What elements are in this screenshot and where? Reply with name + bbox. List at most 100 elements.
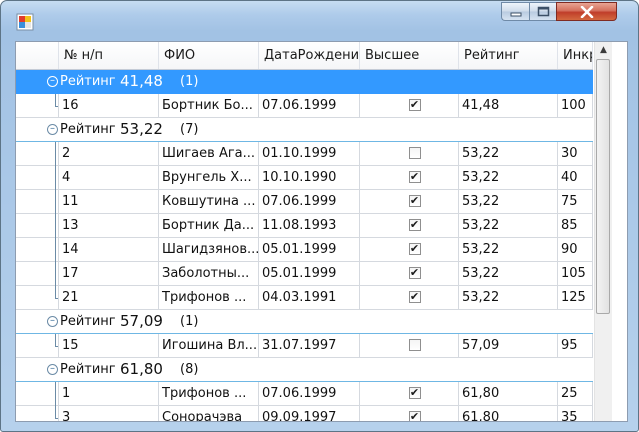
higher-checkbox[interactable]: ✔ <box>408 291 421 303</box>
cell-rating[interactable]: 53,22 <box>459 262 558 286</box>
cell-fio[interactable]: Врунгель Х... <box>159 166 259 190</box>
row-selector[interactable] <box>16 94 59 118</box>
cell-birthdate[interactable]: 07.06.1999 <box>259 190 360 214</box>
row-selector[interactable] <box>16 406 59 421</box>
cell-birthdate[interactable]: 05.01.1999 <box>259 238 360 262</box>
cell-num[interactable]: 2 <box>59 142 159 166</box>
cell-rating[interactable]: 53,22 <box>459 214 558 238</box>
cell-incr[interactable]: 40 <box>558 166 593 190</box>
maximize-button[interactable] <box>529 2 556 21</box>
cell-fio[interactable]: Шигаев Ага... <box>159 142 259 166</box>
cell-num[interactable]: 17 <box>59 262 159 286</box>
cell-birthdate[interactable]: 04.03.1991 <box>259 286 360 310</box>
row-selector[interactable] <box>16 238 59 262</box>
higher-checkbox[interactable]: ✔ <box>408 387 421 399</box>
cell-birthdate[interactable]: 05.01.1999 <box>259 262 360 286</box>
cell-incr[interactable]: 90 <box>558 238 593 262</box>
higher-checkbox[interactable]: ✔ <box>408 267 421 279</box>
cell-incr[interactable]: 95 <box>558 334 593 358</box>
cell-num[interactable]: 4 <box>59 166 159 190</box>
cell-fio[interactable]: Игошина Вл... <box>159 334 259 358</box>
row-selector[interactable] <box>16 286 59 310</box>
cell-rating[interactable]: 53,22 <box>459 190 558 214</box>
row-selector[interactable] <box>16 262 59 286</box>
collapse-group-icon[interactable]: – <box>47 364 58 375</box>
row-selector[interactable] <box>16 382 59 406</box>
cell-rating[interactable]: 57,09 <box>459 334 558 358</box>
cell-rating[interactable]: 61,80 <box>459 406 558 421</box>
table-row[interactable]: 13 Бортник Да... 11.08.1993 ✔ 53,22 85 <box>16 214 593 238</box>
cell-rating[interactable]: 53,22 <box>459 238 558 262</box>
header-higher[interactable]: Высшее <box>360 42 459 69</box>
header-incr[interactable]: Инкр <box>558 42 593 69</box>
cell-rating[interactable]: 41,48 <box>459 94 558 118</box>
table-row[interactable]: 4 Врунгель Х... 10.10.1990 ✔ 53,22 40 <box>16 166 593 190</box>
row-selector[interactable] <box>16 214 59 238</box>
cell-fio[interactable]: Бортник Да... <box>159 214 259 238</box>
row-selector[interactable] <box>16 334 59 358</box>
cell-birthdate[interactable]: 07.06.1999 <box>259 382 360 406</box>
higher-checkbox[interactable] <box>408 339 421 351</box>
cell-rating[interactable]: 53,22 <box>459 166 558 190</box>
collapse-group-icon[interactable]: – <box>47 316 58 327</box>
cell-fio[interactable]: Сонорачэва <box>159 406 259 421</box>
header-rating[interactable]: Рейтинг <box>459 42 558 69</box>
cell-fio[interactable]: Бортник Бо... <box>159 94 259 118</box>
higher-checkbox[interactable] <box>408 147 421 159</box>
row-selector[interactable] <box>16 142 59 166</box>
table-row[interactable]: 3 Сонорачэва 09.09.1997 ✔ 61,80 35 <box>16 406 593 421</box>
cell-rating[interactable]: 53,22 <box>459 286 558 310</box>
table-row[interactable]: 15 Игошина Вл... 31.07.1997 57,09 95 <box>16 334 593 358</box>
table-row[interactable]: 17 Заболотны... 05.01.1999 ✔ 53,22 105 <box>16 262 593 286</box>
group-row[interactable]: – Рейтинг 41,48 (1) <box>16 70 593 94</box>
group-row[interactable]: – Рейтинг 53,22 (7) <box>16 118 593 142</box>
row-selector[interactable] <box>16 166 59 190</box>
minimize-button[interactable] <box>501 2 529 21</box>
cell-birthdate[interactable]: 07.06.1999 <box>259 94 360 118</box>
vertical-scrollbar[interactable]: ▲ <box>594 42 612 421</box>
group-row[interactable]: – Рейтинг 61,80 (8) <box>16 358 593 382</box>
cell-rating[interactable]: 61,80 <box>459 382 558 406</box>
cell-fio[interactable]: Трифонов ... <box>159 286 259 310</box>
table-row[interactable]: 11 Ковшутина ... 07.06.1999 ✔ 53,22 75 <box>16 190 593 214</box>
table-row[interactable]: 16 Бортник Бо... 07.06.1999 ✔ 41,48 100 <box>16 94 593 118</box>
cell-num[interactable]: 16 <box>59 94 159 118</box>
cell-fio[interactable]: Трифонов ... <box>159 382 259 406</box>
cell-incr[interactable]: 105 <box>558 262 593 286</box>
grid-control[interactable]: № н/пФИОДатаРождениВысшееРейтингИнкр –Ре… <box>15 41 628 422</box>
scroll-thumb[interactable] <box>596 59 610 314</box>
cell-birthdate[interactable]: 01.10.1999 <box>259 142 360 166</box>
group-row[interactable]: – Рейтинг 57,09 (1) <box>16 310 593 334</box>
cell-incr[interactable]: 75 <box>558 190 593 214</box>
header-birthdate[interactable]: ДатаРождени <box>259 42 360 69</box>
cell-birthdate[interactable]: 09.09.1997 <box>259 406 360 421</box>
cell-num[interactable]: 14 <box>59 238 159 262</box>
higher-checkbox[interactable]: ✔ <box>408 99 421 111</box>
cell-incr[interactable]: 25 <box>558 382 593 406</box>
cell-num[interactable]: 21 <box>59 286 159 310</box>
cell-num[interactable]: 15 <box>59 334 159 358</box>
table-row[interactable]: 14 Шагидзянов... 05.01.1999 ✔ 53,22 90 <box>16 238 593 262</box>
header-row-selector[interactable] <box>16 42 59 69</box>
cell-fio[interactable]: Шагидзянов... <box>159 238 259 262</box>
header-num[interactable]: № н/п <box>59 42 159 69</box>
cell-fio[interactable]: Ковшутина ... <box>159 190 259 214</box>
cell-num[interactable]: 13 <box>59 214 159 238</box>
cell-incr[interactable]: 125 <box>558 286 593 310</box>
row-selector[interactable] <box>16 190 59 214</box>
cell-num[interactable]: 11 <box>59 190 159 214</box>
collapse-group-icon[interactable]: – <box>47 76 58 87</box>
higher-checkbox[interactable]: ✔ <box>408 411 421 421</box>
cell-num[interactable]: 1 <box>59 382 159 406</box>
header-fio[interactable]: ФИО <box>159 42 259 69</box>
higher-checkbox[interactable]: ✔ <box>408 243 421 255</box>
higher-checkbox[interactable]: ✔ <box>408 171 421 183</box>
cell-incr[interactable]: 30 <box>558 142 593 166</box>
close-button[interactable] <box>556 2 617 21</box>
collapse-group-icon[interactable]: – <box>47 124 58 135</box>
cell-birthdate[interactable]: 11.08.1993 <box>259 214 360 238</box>
cell-incr[interactable]: 100 <box>558 94 593 118</box>
table-row[interactable]: 2 Шигаев Ага... 01.10.1999 53,22 30 <box>16 142 593 166</box>
cell-birthdate[interactable]: 31.07.1997 <box>259 334 360 358</box>
scroll-up-arrow-icon[interactable]: ▲ <box>595 42 612 59</box>
